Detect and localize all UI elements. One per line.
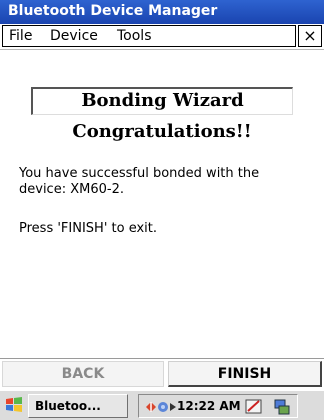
wizard-title: Bonding Wizard xyxy=(31,87,293,115)
bond-message: You have successful bonded with the devi… xyxy=(19,166,260,197)
menu-file[interactable]: File xyxy=(9,28,32,44)
display-icon[interactable] xyxy=(273,398,291,416)
pen-input-icon[interactable] xyxy=(245,398,263,416)
menu-tools[interactable]: Tools xyxy=(117,28,152,44)
taskbar: Bluetoo... 12:22 AM xyxy=(0,390,324,420)
wizard-buttons: BACK FINISH xyxy=(0,358,324,388)
windows-start-icon[interactable] xyxy=(4,395,24,415)
menu-bar: File Device Tools × xyxy=(0,24,324,50)
congrats-heading: Congratulations!! xyxy=(72,121,252,142)
menu-device[interactable]: Device xyxy=(50,28,98,44)
wizard-content: Bonding Wizard Congratulations!! You hav… xyxy=(0,51,324,358)
clock[interactable]: 12:22 AM xyxy=(177,399,241,413)
back-button[interactable]: BACK xyxy=(2,361,164,387)
exit-hint: Press 'FINISH' to exit. xyxy=(19,221,158,236)
title-bar: Bluetooth Device Manager xyxy=(0,0,324,24)
system-tray: 12:22 AM xyxy=(138,394,298,418)
arrow-tray-icon xyxy=(170,403,176,411)
finish-button[interactable]: FINISH xyxy=(168,361,322,387)
close-icon: × xyxy=(303,26,317,45)
close-button[interactable]: × xyxy=(298,25,322,47)
window-title: Bluetooth Device Manager xyxy=(8,3,218,19)
taskbar-app-label: Bluetoo... xyxy=(35,399,101,413)
network-tray-icon[interactable] xyxy=(157,400,171,414)
taskbar-app-button[interactable]: Bluetoo... xyxy=(28,394,128,418)
menu-strip: File Device Tools xyxy=(2,25,296,47)
